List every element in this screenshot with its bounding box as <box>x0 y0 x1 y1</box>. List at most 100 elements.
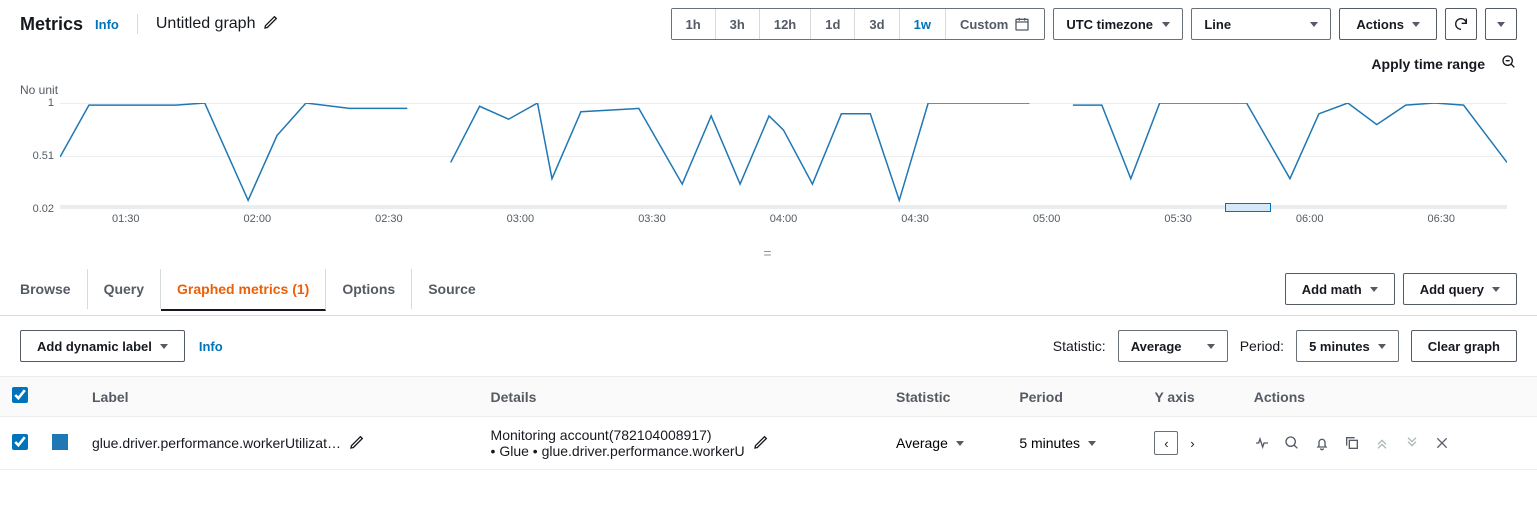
pencil-icon[interactable] <box>349 434 365 453</box>
caret-down-icon <box>1370 287 1378 292</box>
actions-button[interactable]: Actions <box>1339 8 1437 40</box>
pulse-icon[interactable] <box>1254 435 1270 451</box>
tab-query[interactable]: Query <box>88 269 161 309</box>
pencil-icon[interactable] <box>753 434 769 453</box>
tabs-row: Browse Query Graphed metrics (1) Options… <box>0 263 1537 316</box>
tab-graphed-metrics[interactable]: Graphed metrics (1) <box>161 269 326 311</box>
col-actions: Actions <box>1242 377 1537 417</box>
y-axis-ticks: 1 0.51 0.02 <box>20 103 58 209</box>
controls-right: Statistic: Average Period: 5 minutes Cle… <box>1053 330 1517 362</box>
col-yaxis: Y axis <box>1142 377 1241 417</box>
tab-browse[interactable]: Browse <box>20 269 88 309</box>
tab-options[interactable]: Options <box>326 269 412 309</box>
add-dynamic-label-button[interactable]: Add dynamic label <box>20 330 185 362</box>
move-down-icon <box>1404 435 1420 451</box>
page-title: Metrics <box>20 14 83 35</box>
time-1d-button[interactable]: 1d <box>811 9 855 39</box>
chart-area: No unit 1 0.51 0.02 01:3002:0002:3003:00… <box>0 73 1537 243</box>
period-label: Period: <box>1240 338 1284 354</box>
pencil-icon[interactable] <box>263 14 279 35</box>
row-actions <box>1254 435 1525 451</box>
x-tick: 02:00 <box>192 213 324 233</box>
row-period-value: 5 minutes <box>1019 435 1080 451</box>
time-custom-label: Custom <box>960 17 1008 32</box>
time-custom-button[interactable]: Custom <box>946 9 1044 39</box>
select-all-checkbox[interactable] <box>12 387 28 403</box>
x-tick: 05:00 <box>981 213 1113 233</box>
chart-type-select[interactable]: Line <box>1191 8 1331 40</box>
caret-down-icon <box>160 344 168 349</box>
add-query-button[interactable]: Add query <box>1403 273 1517 305</box>
dynamic-label-text: Add dynamic label <box>37 339 152 354</box>
refresh-button[interactable] <box>1445 8 1477 40</box>
apply-bar: Apply time range <box>0 48 1537 73</box>
y-tick: 0.51 <box>33 150 54 162</box>
yaxis-right-button[interactable]: › <box>1180 431 1204 455</box>
divider <box>137 14 138 34</box>
info-link[interactable]: Info <box>95 17 119 32</box>
copy-icon[interactable] <box>1344 435 1360 451</box>
table-row: glue.driver.performance.workerUtilizat… … <box>0 417 1537 470</box>
bell-icon[interactable] <box>1314 435 1330 451</box>
time-1h-button[interactable]: 1h <box>672 9 716 39</box>
yaxis-left-button[interactable]: ‹ <box>1154 431 1178 455</box>
caret-down-icon <box>1378 344 1386 349</box>
apply-time-range[interactable]: Apply time range <box>1371 56 1485 72</box>
color-swatch[interactable] <box>52 434 68 450</box>
tabs-actions: Add math Add query <box>1285 263 1517 315</box>
caret-down-icon <box>1412 22 1420 27</box>
y-tick: 0.02 <box>33 203 54 215</box>
add-query-label: Add query <box>1420 282 1484 297</box>
col-statistic: Statistic <box>884 377 1007 417</box>
x-axis-ticks: 01:3002:0002:3003:0003:3004:0004:3005:00… <box>60 213 1507 233</box>
refresh-icon <box>1453 16 1469 32</box>
caret-down-icon <box>1310 22 1318 27</box>
row-statistic-value: Average <box>896 435 948 451</box>
period-select[interactable]: 5 minutes <box>1296 330 1399 362</box>
row-statistic-select[interactable]: Average <box>896 435 964 451</box>
more-button[interactable] <box>1485 8 1517 40</box>
calendar-icon <box>1014 16 1030 32</box>
x-tick: 02:30 <box>323 213 455 233</box>
caret-down-icon <box>1162 22 1170 27</box>
timezone-select[interactable]: UTC timezone <box>1053 8 1183 40</box>
chart-grid[interactable] <box>60 103 1507 209</box>
statistic-label: Statistic: <box>1053 338 1106 354</box>
col-period: Period <box>1007 377 1142 417</box>
caret-down-icon <box>1492 287 1500 292</box>
zoom-handle[interactable] <box>1225 203 1271 212</box>
y-tick: 1 <box>48 97 54 109</box>
y-axis-label: No unit <box>20 83 58 97</box>
chart-line <box>60 103 1507 209</box>
row-checkbox[interactable] <box>12 434 28 450</box>
caret-down-icon <box>956 441 964 446</box>
time-3d-button[interactable]: 3d <box>855 9 899 39</box>
time-3h-button[interactable]: 3h <box>716 9 760 39</box>
x-tick: 04:30 <box>849 213 981 233</box>
tab-source[interactable]: Source <box>412 269 491 309</box>
row-period-select[interactable]: 5 minutes <box>1019 435 1096 451</box>
add-math-button[interactable]: Add math <box>1285 273 1395 305</box>
timezone-label: UTC timezone <box>1066 17 1153 32</box>
col-details: Details <box>479 377 884 417</box>
statistic-value: Average <box>1131 339 1182 354</box>
x-tick: 06:00 <box>1244 213 1376 233</box>
add-math-label: Add math <box>1302 282 1362 297</box>
controls-row: Add dynamic label Info Statistic: Averag… <box>0 316 1537 376</box>
time-1w-button[interactable]: 1w <box>900 9 946 39</box>
caret-down-icon <box>1497 22 1505 27</box>
graph-name: Untitled graph <box>156 15 256 33</box>
resize-handle[interactable]: = <box>0 243 1537 263</box>
x-tick: 04:00 <box>718 213 850 233</box>
close-icon[interactable] <box>1434 435 1450 451</box>
time-12h-button[interactable]: 12h <box>760 9 811 39</box>
col-label: Label <box>80 377 479 417</box>
chart-type-label: Line <box>1204 17 1231 32</box>
x-tick: 05:30 <box>1112 213 1244 233</box>
search-icon[interactable] <box>1284 435 1300 451</box>
info-link[interactable]: Info <box>199 339 223 354</box>
period-value: 5 minutes <box>1309 339 1370 354</box>
statistic-select[interactable]: Average <box>1118 330 1228 362</box>
zoom-out-icon[interactable] <box>1501 54 1517 73</box>
clear-graph-button[interactable]: Clear graph <box>1411 330 1517 362</box>
